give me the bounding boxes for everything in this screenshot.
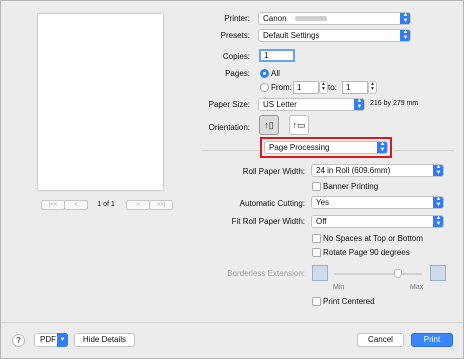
presets-value: Default Settings (263, 31, 320, 40)
last-page-button[interactable]: >>| (149, 200, 173, 210)
printer-model-blurred (295, 16, 327, 21)
rotate-90-checkbox[interactable] (312, 248, 321, 257)
print-centered-checkbox[interactable] (312, 297, 321, 306)
paper-size-select[interactable]: US Letter ▲ ▼ (258, 98, 365, 111)
banner-printing-checkbox[interactable] (312, 182, 321, 191)
section-select[interactable]: Page Processing ▲ ▼ (264, 141, 388, 154)
printer-label: Printer: (224, 14, 250, 23)
first-page-button[interactable]: |<< (41, 200, 65, 210)
chevron-updown-icon: ▲ ▼ (400, 30, 410, 41)
chevron-updown-icon: ▲ ▼ (433, 197, 443, 208)
chevron-updown-icon: ▲ ▼ (433, 216, 443, 227)
rotate-90-label: Rotate Page 90 degrees (323, 248, 410, 257)
borderless-max-icon (430, 265, 446, 281)
borderless-extension-label: Borderless Extension: (227, 269, 305, 278)
orientation-portrait-button[interactable]: ↑▯ (259, 115, 279, 135)
fit-roll-paper-width-value: Off (316, 217, 327, 226)
roll-paper-width-value: 24 in Roll (609.6mm) (316, 166, 391, 175)
no-spaces-label: No Spaces at Top or Bottom (323, 234, 423, 243)
pages-from-input[interactable]: 1 (293, 81, 319, 94)
print-centered-label: Print Centered (323, 297, 375, 306)
help-button[interactable]: ? (12, 334, 25, 347)
orientation-landscape-button[interactable]: ↑▭ (289, 115, 309, 135)
section-value: Page Processing (269, 143, 330, 152)
copies-input[interactable]: 1 (259, 49, 295, 62)
pages-from-label: From: (271, 83, 292, 92)
previous-page-button[interactable]: < (64, 200, 88, 210)
pages-to-label: to: (328, 83, 337, 92)
copies-label: Copies: (222, 52, 250, 61)
borderless-min-icon (312, 265, 328, 281)
fit-roll-paper-width-label: Fit Roll Paper Width: (231, 217, 305, 226)
pdf-menu-button[interactable]: PDF ▼ (34, 333, 68, 347)
borderless-slider-track (334, 273, 422, 275)
pages-from-stepper[interactable]: ▲ ▼ (319, 81, 328, 94)
chevron-updown-icon: ▲ ▼ (433, 165, 443, 176)
cancel-button[interactable]: Cancel (357, 333, 404, 347)
banner-printing-label: Banner Printing (323, 182, 379, 191)
next-page-button[interactable]: > (126, 200, 150, 210)
footer-divider (1, 322, 463, 323)
printer-value: Canon (263, 14, 287, 23)
fit-roll-paper-width-select[interactable]: Off ▲ ▼ (311, 215, 444, 228)
automatic-cutting-label: Automatic Cutting: (239, 199, 305, 208)
borderless-slider[interactable] (334, 269, 422, 278)
page-preview (38, 14, 163, 190)
no-spaces-checkbox[interactable] (312, 234, 321, 243)
chevron-updown-icon: ▲ ▼ (400, 13, 410, 24)
borderless-min-label: Min (333, 284, 345, 291)
pages-all-label: All (271, 69, 280, 78)
section-divider (201, 150, 258, 151)
paper-size-label: Paper Size: (208, 100, 250, 109)
pages-range-radio[interactable] (260, 83, 269, 92)
automatic-cutting-value: Yes (316, 198, 330, 207)
pdf-label: PDF (40, 335, 56, 344)
print-button[interactable]: Print (411, 333, 453, 347)
pages-to-input[interactable]: 1 (342, 81, 368, 94)
roll-paper-width-label: Roll Paper Width: (242, 167, 305, 176)
chevron-updown-icon: ▲ ▼ (354, 99, 364, 110)
chevron-down-icon: ▼ (57, 333, 68, 347)
pages-label: Pages: (225, 69, 250, 78)
paper-dimensions: 216 by 279 mm (370, 100, 419, 107)
portrait-icon: ↑▯ (264, 120, 274, 130)
page-indicator: 1 of 1 (97, 201, 115, 208)
roll-paper-width-select[interactable]: 24 in Roll (609.6mm) ▲ ▼ (311, 164, 444, 177)
borderless-slider-thumb[interactable] (394, 269, 402, 278)
pages-to-stepper[interactable]: ▲ ▼ (368, 81, 377, 94)
pages-all-radio[interactable] (260, 69, 269, 78)
presets-label: Presets: (220, 31, 250, 40)
automatic-cutting-select[interactable]: Yes ▲ ▼ (311, 196, 444, 209)
paper-size-value: US Letter (263, 100, 297, 109)
printer-select[interactable]: Canon ▲ ▼ (258, 12, 411, 25)
presets-select[interactable]: Default Settings ▲ ▼ (258, 29, 411, 42)
print-dialog: |<< < 1 of 1 > >>| Printer: Canon ▲ ▼ Pre… (0, 0, 464, 359)
hide-details-button[interactable]: Hide Details (74, 333, 135, 347)
section-divider (394, 150, 454, 151)
borderless-max-label: Max (410, 284, 424, 291)
chevron-updown-icon: ▲ ▼ (377, 142, 387, 153)
landscape-icon: ↑▭ (292, 120, 306, 130)
orientation-label: Orientation: (208, 123, 250, 132)
